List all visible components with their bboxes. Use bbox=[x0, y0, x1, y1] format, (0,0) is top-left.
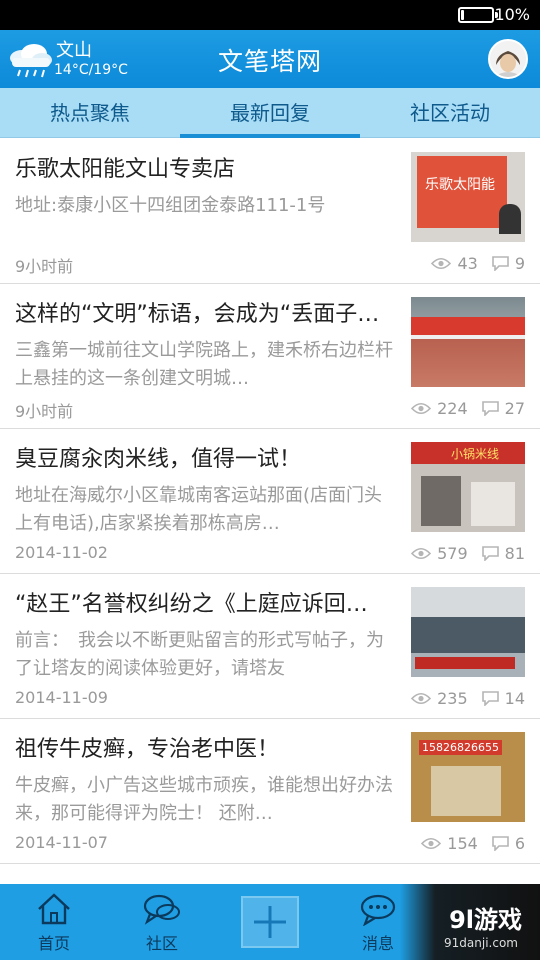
post-title: “赵王”名誉权纠纷之《上庭应诉回… bbox=[15, 592, 368, 617]
comment-icon bbox=[481, 546, 499, 561]
page-title: 文笔塔网 bbox=[217, 47, 322, 76]
comment-count: 6 bbox=[514, 834, 525, 853]
nav-label: 社区 bbox=[145, 934, 178, 953]
post-title: 乐歌太阳能文山专卖店 bbox=[15, 157, 236, 182]
post-thumbnail: 小锅米线 bbox=[411, 442, 525, 532]
nav-community[interactable]: 社区 bbox=[108, 884, 216, 960]
post-excerpt: 前言： 我会以不断更贴留言的形式写帖子，为了让塔友的阅读体验更好，请塔友 bbox=[15, 630, 384, 679]
eye-icon bbox=[411, 402, 432, 415]
status-bar: 10% bbox=[0, 0, 540, 30]
post-time: 2014-11-09 bbox=[15, 688, 108, 707]
post-title: 臭豆腐汆肉米线，值得一试！ bbox=[15, 447, 302, 472]
post-thumbnail bbox=[411, 587, 525, 677]
chat-bubbles-icon bbox=[143, 894, 180, 925]
eye-icon bbox=[431, 257, 452, 270]
thumbnail-text: 15826826655 bbox=[419, 740, 502, 755]
view-count: 224 bbox=[437, 399, 468, 418]
watermark-url: 91danji.com bbox=[444, 936, 518, 950]
comment-icon bbox=[492, 836, 509, 851]
tab-bar: 热点聚焦 最新回复 社区活动 bbox=[0, 88, 540, 138]
post-stats: 579 81 bbox=[411, 544, 525, 563]
view-count: 43 bbox=[457, 254, 478, 273]
list-item[interactable]: 这样的“文明”标语，会成为“丢面子… 三鑫第一城前往文山学院路上，建禾桥右边栏杆… bbox=[0, 284, 540, 429]
comment-icon bbox=[492, 256, 509, 271]
user-avatar-icon bbox=[490, 41, 526, 77]
post-time: 2014-11-07 bbox=[15, 833, 108, 852]
comment-count: 9 bbox=[514, 254, 525, 273]
post-thumbnail: 15826826655 bbox=[411, 732, 525, 822]
view-count: 579 bbox=[437, 544, 468, 563]
comment-icon bbox=[481, 691, 499, 706]
plus-icon bbox=[254, 906, 286, 938]
nav-home[interactable]: 首页 bbox=[0, 884, 108, 960]
view-count: 235 bbox=[437, 689, 468, 708]
post-stats: 224 27 bbox=[411, 399, 525, 418]
post-title: 这样的“文明”标语，会成为“丢面子… bbox=[15, 302, 380, 327]
post-list[interactable]: 乐歌太阳能文山专卖店 地址:泰康小区十四组团金泰路111-1号 9小时前 乐歌太… bbox=[0, 139, 540, 883]
site-watermark: 9l游戏 91danji.com bbox=[400, 884, 540, 960]
comment-icon bbox=[481, 401, 499, 416]
add-post-button[interactable] bbox=[241, 896, 299, 948]
list-item[interactable]: 祖传牛皮癣，专治老中医！ 牛皮癣，小广告这些城市顽疾，谁能想出好办法来，那可能得… bbox=[0, 719, 540, 864]
post-time: 9小时前 bbox=[15, 402, 74, 421]
post-excerpt: 牛皮癣，小广告这些城市顽疾，谁能想出好办法来，那可能得评为院士！ 还附… bbox=[15, 775, 393, 824]
tab-latest-replies[interactable]: 最新回复 bbox=[180, 88, 360, 138]
post-excerpt: 三鑫第一城前往文山学院路上，建禾桥右边栏杆上悬挂的这一条创建文明城… bbox=[15, 340, 393, 389]
watermark-logo: 9l游戏 bbox=[449, 906, 522, 934]
eye-icon bbox=[421, 837, 442, 850]
post-thumbnail bbox=[411, 297, 525, 387]
tab-hot-topics[interactable]: 热点聚焦 bbox=[0, 88, 180, 138]
view-count: 154 bbox=[447, 834, 478, 853]
app-header: 文山 14°C/19°C 文笔塔网 bbox=[0, 30, 540, 88]
battery-icon bbox=[458, 7, 498, 23]
post-time: 9小时前 bbox=[15, 257, 74, 276]
post-stats: 154 6 bbox=[421, 834, 525, 853]
list-item[interactable]: “赵王”名誉权纠纷之《上庭应诉回… 前言： 我会以不断更贴留言的形式写帖子，为了… bbox=[0, 574, 540, 719]
list-item[interactable]: 臭豆腐汆肉米线，值得一试！ 地址在海威尔小区靠城南客运站那面(店面门头上有电话)… bbox=[0, 429, 540, 574]
post-stats: 43 9 bbox=[431, 254, 525, 273]
active-tab-indicator bbox=[180, 134, 360, 138]
post-thumbnail: 乐歌太阳能 bbox=[411, 152, 525, 242]
post-excerpt: 地址:泰康小区十四组团金泰路111-1号 bbox=[15, 195, 326, 216]
battery-level bbox=[461, 10, 464, 20]
post-time: 2014-11-02 bbox=[15, 543, 108, 562]
tab-community-events[interactable]: 社区活动 bbox=[360, 88, 540, 138]
avatar[interactable] bbox=[488, 39, 528, 79]
post-title: 祖传牛皮癣，专治老中医！ bbox=[15, 737, 280, 762]
list-item[interactable]: 乐歌太阳能文山专卖店 地址:泰康小区十四组团金泰路111-1号 9小时前 乐歌太… bbox=[0, 139, 540, 284]
eye-icon bbox=[411, 692, 432, 705]
comment-count: 14 bbox=[504, 689, 525, 708]
thumbnail-text: 乐歌太阳能 bbox=[425, 177, 495, 193]
post-stats: 235 14 bbox=[411, 689, 525, 708]
thumbnail-text: 小锅米线 bbox=[451, 447, 500, 461]
home-icon bbox=[38, 893, 70, 925]
post-excerpt: 地址在海威尔小区靠城南客运站那面(店面门头上有电话),店家紧挨着那栋高房… bbox=[15, 485, 383, 534]
eye-icon bbox=[411, 547, 432, 560]
comment-count: 81 bbox=[504, 544, 525, 563]
nav-label: 首页 bbox=[37, 934, 70, 953]
comment-count: 27 bbox=[504, 399, 525, 418]
battery-percentage: 10% bbox=[494, 5, 530, 24]
message-icon bbox=[360, 894, 396, 926]
